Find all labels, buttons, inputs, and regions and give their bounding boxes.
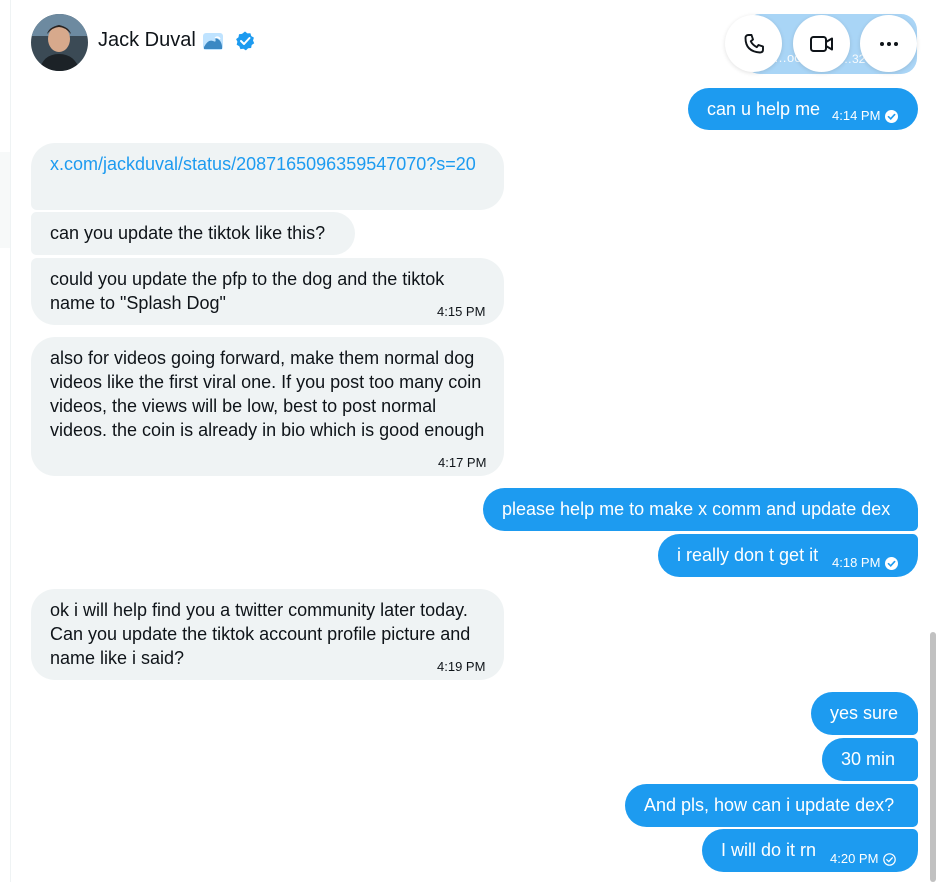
message-bubble[interactable]: I will do it rn 4:20 PM	[702, 829, 918, 872]
message-text: ok i will help find you a twitter commun…	[50, 600, 471, 668]
sent-check-icon	[883, 852, 897, 866]
message-text: can u help me	[707, 99, 821, 119]
left-divider	[10, 0, 11, 882]
message-bubble[interactable]: And pls, how can i update dex?	[625, 784, 918, 827]
message-time: 4:17 PM	[438, 455, 487, 470]
message-bubble[interactable]: ok i will help find you a twitter commun…	[31, 589, 504, 680]
message-link[interactable]: x.com/jackduval/status/20871650963595470…	[50, 154, 476, 174]
contact-name[interactable]: Jack Duval	[98, 29, 196, 52]
read-check-icon	[885, 556, 899, 570]
phone-icon	[742, 32, 766, 56]
avatar[interactable]	[31, 14, 88, 71]
message-bubble[interactable]: i really don t get it 4:18 PM	[658, 534, 918, 577]
message-time: 4:15 PM	[437, 304, 486, 319]
message-text: 30 min	[841, 749, 896, 769]
message-meta: 4:18 PM	[832, 551, 899, 575]
message-meta: 4:15 PM	[437, 300, 485, 324]
message-text: And pls, how can i update dex?	[644, 795, 895, 815]
message-bubble[interactable]: also for videos going forward, make them…	[31, 337, 504, 476]
message-time: 4:19 PM	[437, 659, 486, 674]
message-bubble[interactable]: x.com/jackduval/status/20871650963595470…	[31, 143, 504, 210]
message-bubble[interactable]: 30 min	[822, 738, 918, 781]
message-text: i really don t get it	[677, 545, 819, 565]
video-icon	[809, 32, 835, 56]
sidebar-edge	[0, 152, 10, 248]
message-time: 4:20 PM	[830, 851, 879, 866]
message-text: I will do it rn	[721, 840, 817, 860]
message-text: could you update the pfp to the dog and …	[50, 269, 445, 313]
contact-name-row: Jack Duval	[98, 29, 256, 52]
video-call-button[interactable]	[793, 15, 850, 72]
message-bubble[interactable]: can you update the tiktok like this?	[31, 212, 355, 255]
more-icon	[877, 32, 901, 56]
message-bubble[interactable]: yes sure	[811, 692, 918, 735]
call-button[interactable]	[725, 15, 782, 72]
message-meta: 4:19 PM	[437, 655, 485, 679]
message-text: yes sure	[830, 703, 899, 723]
message-text: please help me to make x comm and update…	[502, 499, 891, 519]
verified-badge-icon	[234, 30, 256, 52]
wave-emoji-icon	[202, 30, 224, 52]
message-text: can you update the tiktok like this?	[50, 223, 326, 243]
more-options-button[interactable]	[860, 15, 917, 72]
message-bubble[interactable]: could you update the pfp to the dog and …	[31, 258, 504, 325]
conversation-header: Jack Duval …oo …32 P	[0, 0, 938, 88]
message-text: also for videos going forward, make them…	[50, 348, 485, 440]
scrollbar[interactable]	[930, 632, 936, 882]
message-time: 4:18 PM	[832, 555, 881, 570]
message-time: 4:14 PM	[832, 108, 881, 123]
read-check-icon	[885, 109, 899, 123]
message-meta: 4:20 PM	[830, 847, 897, 871]
message-bubble[interactable]: can u help me 4:14 PM	[688, 88, 918, 130]
message-bubble[interactable]: please help me to make x comm and update…	[483, 488, 918, 531]
message-meta: 4:14 PM	[832, 104, 899, 128]
message-meta: 4:17 PM	[438, 451, 486, 475]
